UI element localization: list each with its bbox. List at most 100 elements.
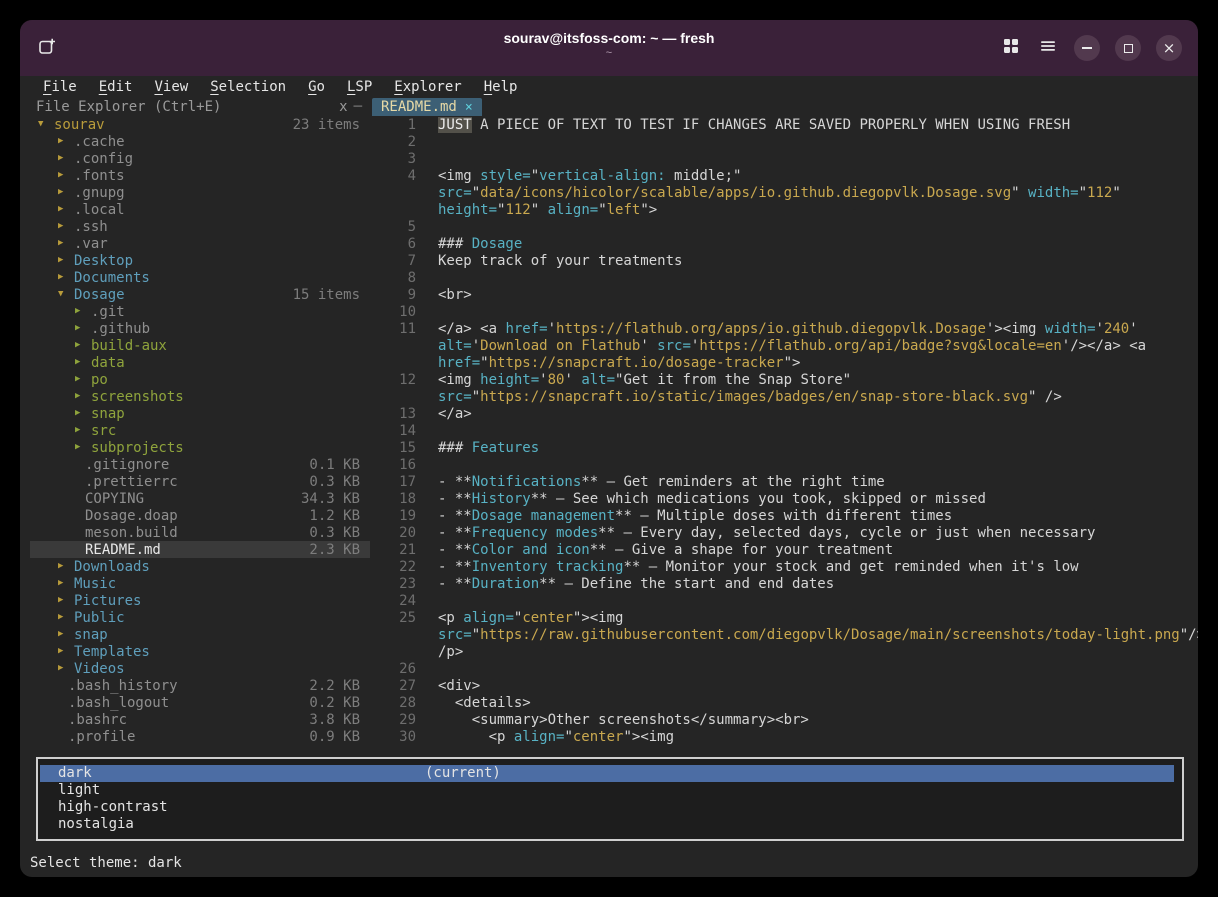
explorer-item-.cache[interactable]: ▶.cache [30, 133, 370, 150]
explorer-item-.bash_logout[interactable]: .bash_logout0.2 KB [30, 694, 370, 711]
app-menu-button[interactable] [1037, 37, 1059, 59]
editor-line[interactable]: 13</a> [370, 405, 1198, 422]
explorer-item-.github[interactable]: ▶.github [30, 320, 370, 337]
close-button[interactable]: × [1156, 35, 1182, 61]
explorer-item-Templates[interactable]: ▶Templates [30, 643, 370, 660]
explorer-item-.profile[interactable]: .profile0.9 KB [30, 728, 370, 745]
explorer-item-Dosage[interactable]: ▼Dosage15 items [30, 286, 370, 303]
menu-lsp[interactable]: LSP [336, 79, 383, 95]
menu-go[interactable]: Go [297, 79, 336, 95]
editor-line[interactable]: 19- **Dosage management** — Multiple dos… [370, 507, 1198, 524]
editor-line[interactable]: 28 <details> [370, 694, 1198, 711]
explorer-item-.local[interactable]: ▶.local [30, 201, 370, 218]
editor-line[interactable]: src="data/icons/hicolor/scalable/apps/io… [370, 184, 1198, 201]
explorer-item-Music[interactable]: ▶Music [30, 575, 370, 592]
editor-line[interactable]: 21- **Color and icon** — Give a shape fo… [370, 541, 1198, 558]
editor-line[interactable]: 11</a> <a href='https://flathub.org/apps… [370, 320, 1198, 337]
editor-line[interactable]: 24 [370, 592, 1198, 609]
editor-line[interactable]: 6### Dosage [370, 235, 1198, 252]
explorer-close-button[interactable]: x [339, 99, 347, 115]
menu-view[interactable]: View [143, 79, 199, 95]
explorer-item-.prettierrc[interactable]: .prettierrc0.3 KB [30, 473, 370, 490]
editor-line[interactable]: 1JUST A PIECE OF TEXT TO TEST IF CHANGES… [370, 116, 1198, 133]
editor-line[interactable]: 30 <p align="center"><img [370, 728, 1198, 745]
explorer-item-.gnupg[interactable]: ▶.gnupg [30, 184, 370, 201]
explorer-item-data[interactable]: ▶data [30, 354, 370, 371]
theme-option-light[interactable]: light [40, 782, 1174, 799]
explorer-item-Videos[interactable]: ▶Videos [30, 660, 370, 677]
theme-option-dark[interactable]: dark(current) [40, 765, 1174, 782]
menu-edit[interactable]: Edit [88, 79, 144, 95]
explorer-item-Desktop[interactable]: ▶Desktop [30, 252, 370, 269]
editor-line[interactable]: src="https://raw.githubusercontent.com/d… [370, 626, 1198, 643]
editor-line[interactable]: 15### Features [370, 439, 1198, 456]
theme-option-high-contrast[interactable]: high-contrast [40, 799, 1174, 816]
editor-line[interactable]: 4<img style="vertical-align: middle;" [370, 167, 1198, 184]
explorer-item-screenshots[interactable]: ▶screenshots [30, 388, 370, 405]
menu-selection[interactable]: Selection [199, 79, 297, 95]
explorer-item-.bashrc[interactable]: .bashrc3.8 KB [30, 711, 370, 728]
explorer-item-.bash_history[interactable]: .bash_history2.2 KB [30, 677, 370, 694]
editor-line[interactable]: 9<br> [370, 286, 1198, 303]
menu-file[interactable]: File [32, 79, 88, 95]
explorer-item-.ssh[interactable]: ▶.ssh [30, 218, 370, 235]
explorer-item-build-aux[interactable]: ▶build-aux [30, 337, 370, 354]
theme-option-nostalgia[interactable]: nostalgia [40, 816, 1174, 833]
editor-line[interactable]: 5 [370, 218, 1198, 235]
editor-line[interactable]: 22- **Inventory tracking** — Monitor you… [370, 558, 1198, 575]
explorer-item-Documents[interactable]: ▶Documents [30, 269, 370, 286]
titlebar[interactable]: sourav@itsfoss-com: ~ — fresh ~ [20, 20, 1198, 76]
editor-line[interactable]: 20- **Frequency modes** — Every day, sel… [370, 524, 1198, 541]
editor-line[interactable]: 7Keep track of your treatments [370, 252, 1198, 269]
editor-line[interactable]: 27<div> [370, 677, 1198, 694]
explorer-item-.gitignore[interactable]: .gitignore0.1 KB [30, 456, 370, 473]
item-meta: 0.3 KB [309, 474, 370, 490]
editor-line[interactable]: 23- **Duration** — Define the start and … [370, 575, 1198, 592]
explorer-item-snap[interactable]: ▶snap [30, 405, 370, 422]
editor-line[interactable]: 18- **History** — See which medications … [370, 490, 1198, 507]
tab-readme[interactable]: README.md × [372, 98, 482, 116]
editor-line[interactable]: /p> [370, 643, 1198, 660]
editor-line[interactable]: 2 [370, 133, 1198, 150]
tab-overview-button[interactable] [1000, 37, 1022, 59]
editor-line[interactable]: alt='Download on Flathub' src='https://f… [370, 337, 1198, 354]
minimize-icon [1082, 47, 1092, 49]
editor-line[interactable]: height="112" align="left"> [370, 201, 1198, 218]
tab-close-icon[interactable]: × [465, 100, 473, 115]
explorer-item-.git[interactable]: ▶.git [30, 303, 370, 320]
editor-line[interactable]: 29 <summary>Other screenshots</summary><… [370, 711, 1198, 728]
explorer-item-COPYING[interactable]: COPYING34.3 KB [30, 490, 370, 507]
explorer-item-Pictures[interactable]: ▶Pictures [30, 592, 370, 609]
explorer-item-README.md[interactable]: README.md2.3 KB [30, 541, 370, 558]
explorer-item-po[interactable]: ▶po [30, 371, 370, 388]
explorer-item-Dosage.doap[interactable]: Dosage.doap1.2 KB [30, 507, 370, 524]
editor-line[interactable]: 26 [370, 660, 1198, 677]
editor-line[interactable]: 3 [370, 150, 1198, 167]
item-name: .cache [74, 134, 125, 150]
item-name: sourav [54, 117, 105, 133]
editor-line[interactable]: 16 [370, 456, 1198, 473]
menu-explorer[interactable]: Explorer [383, 79, 472, 95]
editor-line[interactable]: 14 [370, 422, 1198, 439]
editor-line[interactable]: href="https://snapcraft.io/dosage-tracke… [370, 354, 1198, 371]
explorer-item-.config[interactable]: ▶.config [30, 150, 370, 167]
explorer-item-snap[interactable]: ▶snap [30, 626, 370, 643]
editor-line[interactable]: 8 [370, 269, 1198, 286]
editor-line[interactable]: 25<p align="center"><img [370, 609, 1198, 626]
explorer-item-Downloads[interactable]: ▶Downloads [30, 558, 370, 575]
explorer-item-subprojects[interactable]: ▶subprojects [30, 439, 370, 456]
editor-line[interactable]: 17- **Notifications** — Get reminders at… [370, 473, 1198, 490]
folder-closed-icon: ▶ [75, 388, 91, 405]
minimize-button[interactable] [1074, 35, 1100, 61]
menu-help[interactable]: Help [473, 79, 529, 95]
maximize-button[interactable] [1115, 35, 1141, 61]
editor-line[interactable]: src="https://snapcraft.io/static/images/… [370, 388, 1198, 405]
editor-line[interactable]: 12<img height='80' alt="Get it from the … [370, 371, 1198, 388]
explorer-item-src[interactable]: ▶src [30, 422, 370, 439]
explorer-item-Public[interactable]: ▶Public [30, 609, 370, 626]
explorer-item-.fonts[interactable]: ▶.fonts [30, 167, 370, 184]
explorer-item-sourav[interactable]: ▼sourav23 items [30, 116, 370, 133]
editor-line[interactable]: 10 [370, 303, 1198, 320]
explorer-item-.var[interactable]: ▶.var [30, 235, 370, 252]
explorer-item-meson.build[interactable]: meson.build0.3 KB [30, 524, 370, 541]
